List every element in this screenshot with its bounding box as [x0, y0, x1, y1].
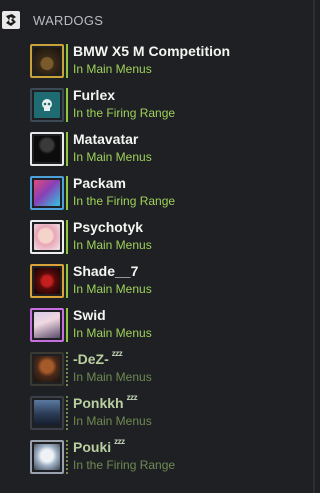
- friend-status: In Main Menus: [73, 282, 152, 296]
- friend-name-text: Ponkkh: [73, 395, 124, 411]
- friend-name: Ponkkh zzz: [73, 393, 138, 411]
- friend-name-text: Pouki: [73, 439, 112, 455]
- group-name: WARDOGS: [33, 13, 104, 28]
- friend-name: Swid: [73, 307, 106, 323]
- avatar: [30, 132, 64, 166]
- friend-row[interactable]: Swid In Main Menus: [30, 306, 310, 346]
- friend-name: Matavatar: [73, 131, 139, 147]
- avatar: [30, 352, 64, 386]
- friend-row[interactable]: BMW X5 M Competition In Main Menus: [30, 42, 310, 82]
- friend-row[interactable]: Shade__7 In Main Menus: [30, 262, 310, 302]
- friend-row[interactable]: Ponkkh zzz In Main Menus: [30, 393, 310, 434]
- friend-row[interactable]: -DeZ-zzz In Main Menus: [30, 349, 310, 390]
- avatar: [30, 44, 64, 78]
- friend-row[interactable]: Matavatar In Main Menus: [30, 130, 310, 170]
- avatar: [30, 220, 64, 254]
- friend-status: In Main Menus: [73, 150, 152, 164]
- friend-status: In the Firing Range: [73, 458, 176, 472]
- group-logo-icon: [2, 11, 20, 29]
- avatar: [30, 440, 64, 474]
- friend-name: -DeZ-zzz: [73, 349, 123, 367]
- status-indicator: [66, 176, 68, 210]
- panel-scrollbar-track[interactable]: [313, 0, 315, 493]
- avatar: [30, 308, 64, 342]
- avatar: [30, 264, 64, 298]
- status-indicator: [66, 264, 68, 298]
- group-header[interactable]: WARDOGS: [0, 0, 315, 40]
- friend-name-text: -DeZ-: [73, 351, 109, 367]
- friend-status: In Main Menus: [73, 326, 152, 340]
- friend-status: In Main Menus: [73, 62, 152, 76]
- status-indicator: [66, 308, 68, 342]
- status-indicator: [66, 396, 68, 430]
- away-zzz-icon: zzz: [126, 393, 138, 402]
- friend-name: Packam: [73, 175, 126, 191]
- avatar: [30, 88, 64, 122]
- friend-name: Psychotyk: [73, 219, 144, 235]
- away-zzz-icon: zzz: [111, 349, 123, 358]
- friend-status: In Main Menus: [73, 370, 152, 384]
- friend-row[interactable]: Pouki zzz In the Firing Range: [30, 437, 310, 478]
- friend-row[interactable]: Furlex In the Firing Range: [30, 86, 310, 126]
- friend-status: In Main Menus: [73, 238, 152, 252]
- status-indicator: [66, 220, 68, 254]
- skull-icon: [42, 99, 52, 111]
- avatar: [30, 176, 64, 210]
- status-indicator: [66, 88, 68, 122]
- avatar: [30, 396, 64, 430]
- friend-name: Shade__7: [73, 263, 139, 279]
- away-zzz-icon: zzz: [114, 437, 125, 446]
- status-indicator: [66, 44, 68, 78]
- friend-name: Pouki zzz: [73, 437, 125, 455]
- status-indicator: [66, 352, 68, 386]
- friend-name: Furlex: [73, 87, 116, 103]
- friend-row[interactable]: Psychotyk In Main Menus: [30, 218, 310, 258]
- status-indicator: [66, 132, 68, 166]
- friend-name: BMW X5 M Competition: [73, 43, 231, 59]
- friend-status: In Main Menus: [73, 414, 152, 428]
- friend-status: In the Firing Range: [73, 194, 176, 208]
- friend-row[interactable]: Packam In the Firing Range: [30, 174, 310, 214]
- friend-status: In the Firing Range: [73, 106, 176, 120]
- status-indicator: [66, 440, 68, 474]
